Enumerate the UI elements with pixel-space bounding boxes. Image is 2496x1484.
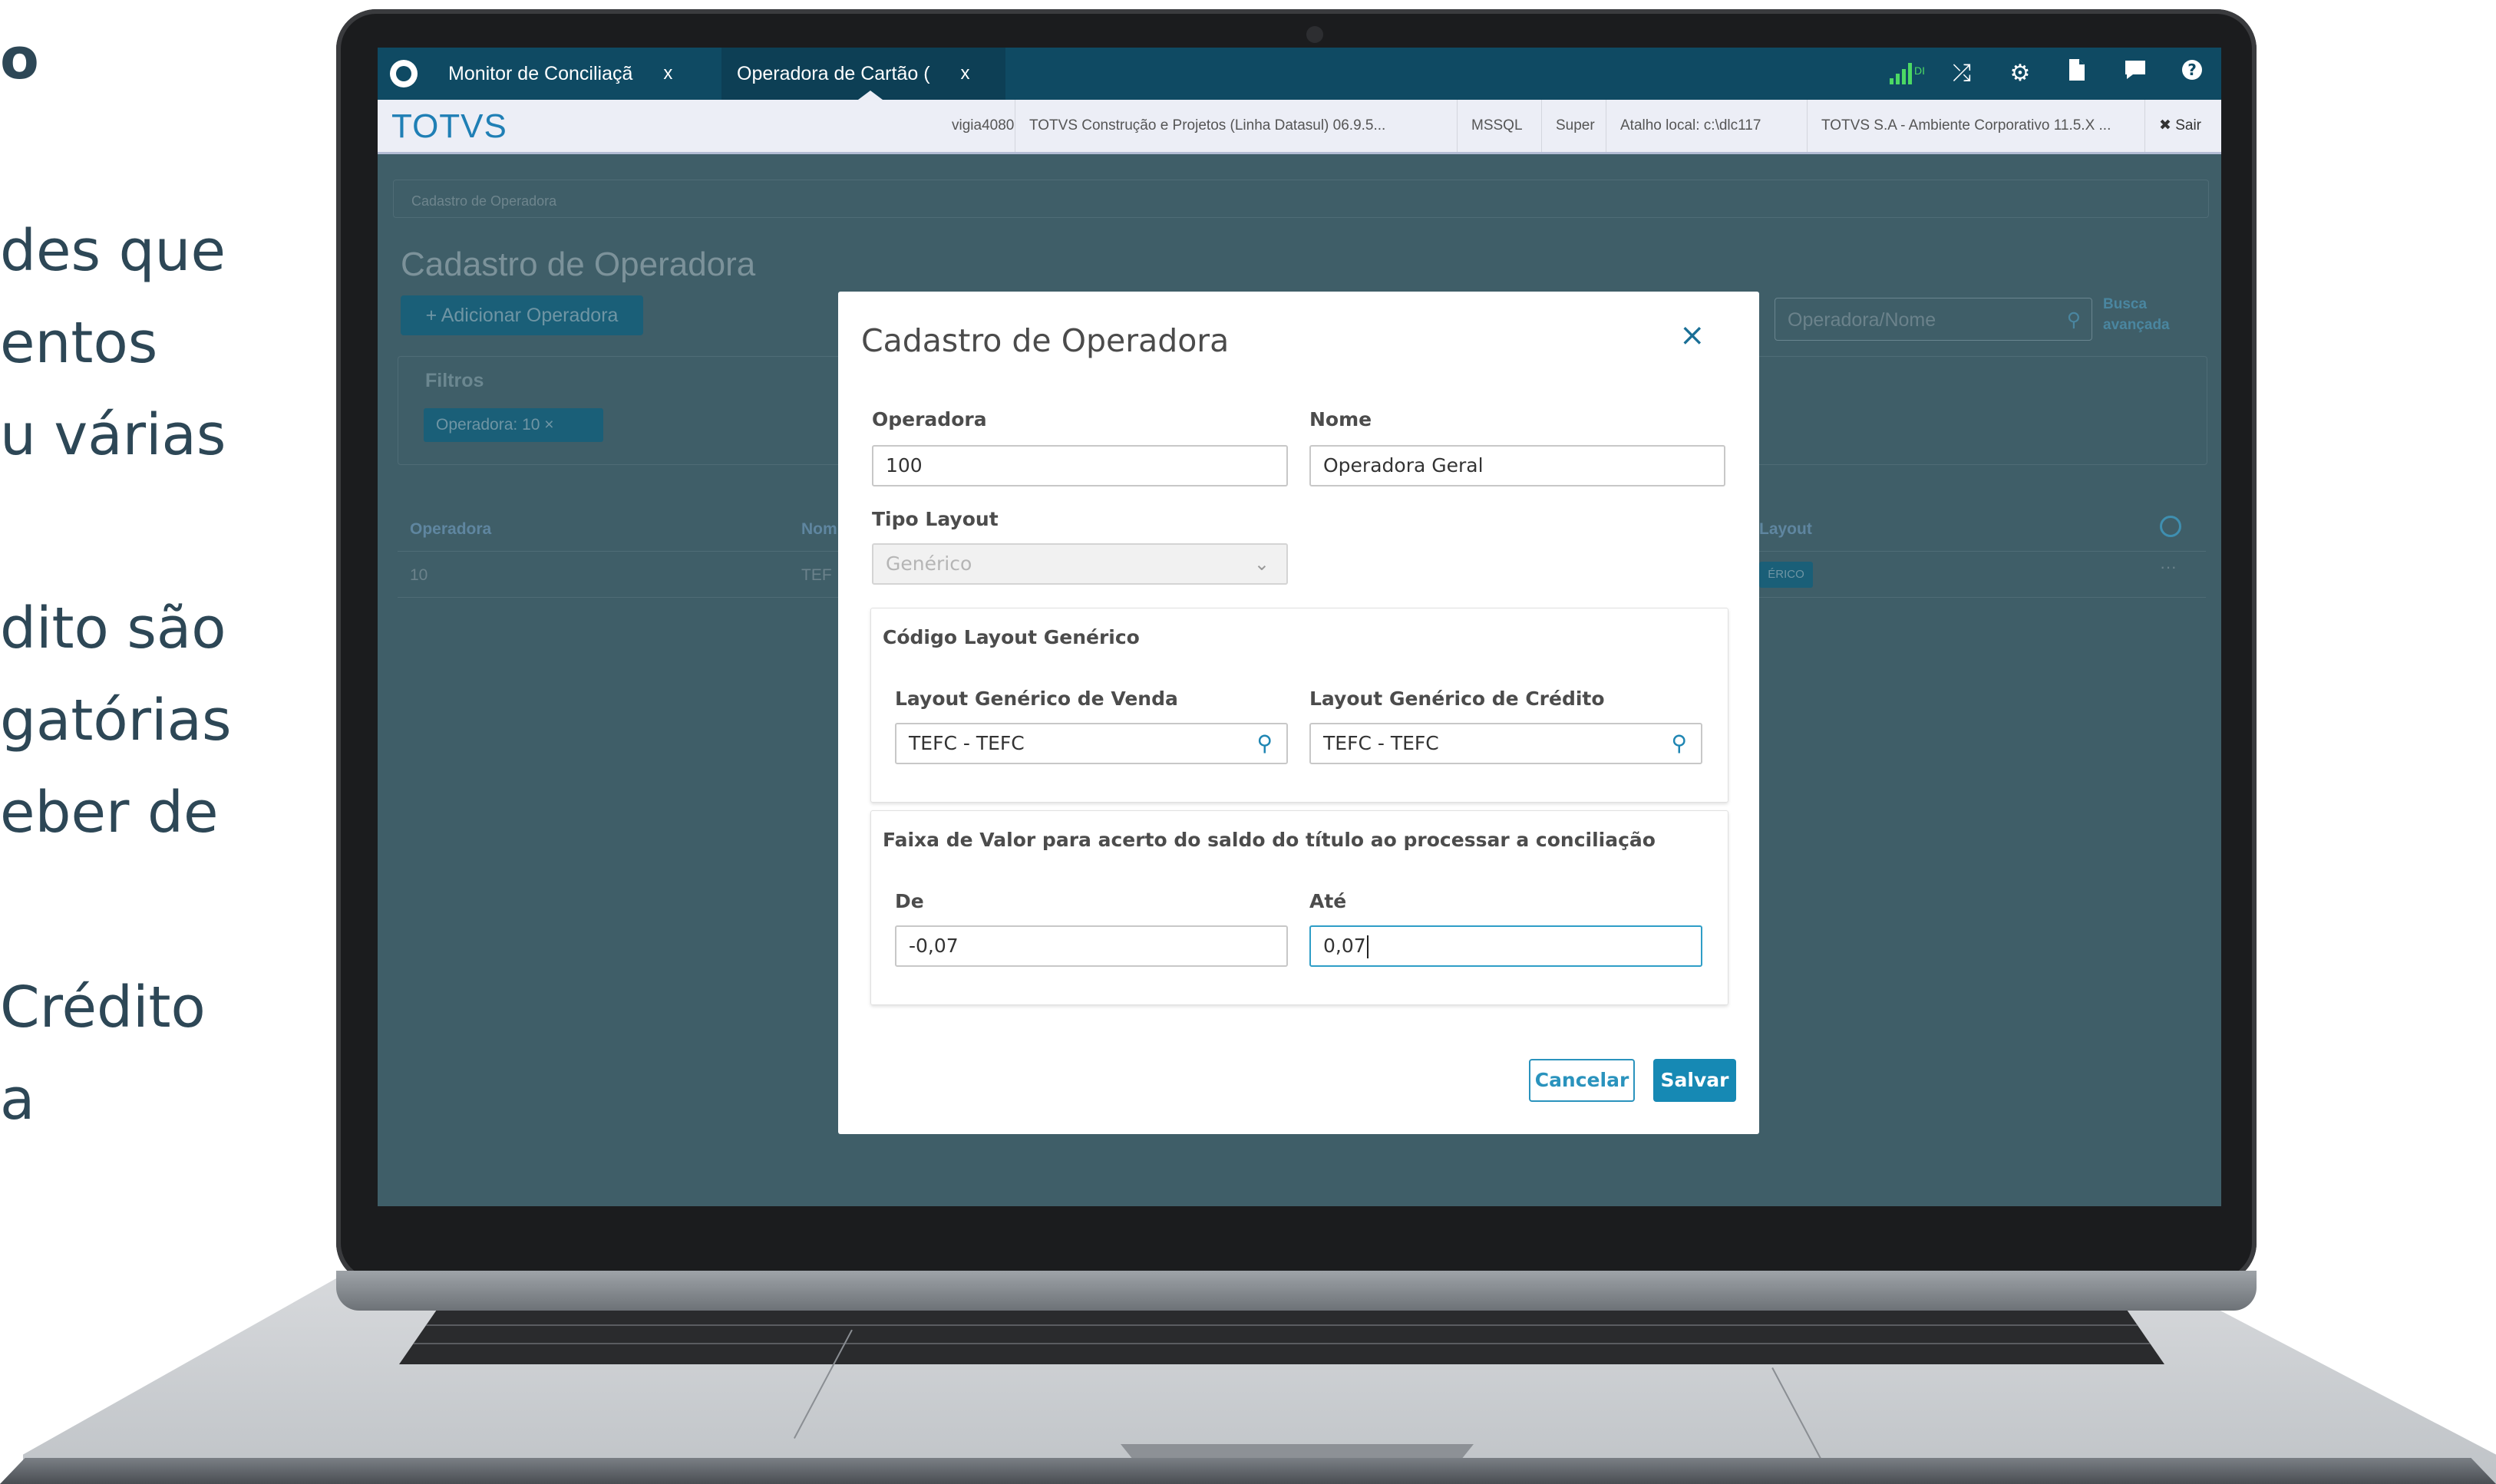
row-layout-badge: ÉRICO: [1759, 562, 1813, 588]
search-placeholder: Operadora/Nome: [1788, 309, 1936, 331]
column-header-operadora[interactable]: Operadora: [410, 520, 491, 539]
ate-field[interactable]: 0,07: [1309, 925, 1702, 967]
operadora-label: Operadora: [872, 408, 987, 430]
active-tab-pointer: [858, 91, 883, 100]
search-icon[interactable]: ⚲: [1256, 724, 1273, 763]
layout-credito-label: Layout Genérico de Crédito: [1309, 688, 1605, 710]
info-user: vigia4080: [952, 117, 1015, 134]
slide-text-line-6: gatórias: [0, 688, 232, 754]
nome-field[interactable]: Operadora Geral: [1309, 445, 1725, 486]
column-header-layout[interactable]: Layout: [1759, 520, 1812, 539]
slide-text-line-4: u várias: [0, 402, 226, 468]
breadcrumb-bar: [393, 180, 2209, 218]
filter-chip[interactable]: Operadora: 10 ×: [424, 408, 603, 442]
slide-text-line-8: Crédito: [0, 974, 206, 1040]
layout-credito-lookup[interactable]: TEFC - TEFC ⚲: [1309, 723, 1702, 764]
slide-text-line-2: des que: [0, 218, 226, 284]
svg-text:?: ?: [2187, 61, 2197, 79]
info-product: TOTVS Construção e Projetos (Linha Datas…: [1015, 100, 1385, 152]
dialog-title: Cadastro de Operadora: [861, 322, 1230, 359]
totvs-logo-icon[interactable]: [390, 60, 418, 87]
tab-label: Monitor de Conciliaçã: [448, 62, 633, 84]
search-input[interactable]: Operadora/Nome ⚲: [1775, 298, 2092, 341]
search-icon[interactable]: ⚲: [2067, 298, 2081, 341]
page-title: Cadastro de Operadora: [401, 246, 756, 283]
layout-venda-value: TEFC - TEFC: [909, 732, 1025, 754]
tab-monitor-conciliacao[interactable]: Monitor de Conciliaçã x: [433, 48, 721, 100]
ate-label: Até: [1309, 890, 1347, 912]
slide-text-line-1: o: [0, 26, 39, 92]
info-environment: TOTVS S.A - Ambiente Corporativo 11.5.X …: [1807, 100, 2111, 152]
tab-close-icon[interactable]: x: [961, 63, 970, 84]
ate-value: 0,07: [1323, 935, 1366, 957]
camera-icon: [1306, 26, 1323, 43]
laptop-hinge: [336, 1271, 2257, 1311]
app-topbar: Monitor de Conciliaçã x Operadora de Car…: [378, 48, 2221, 100]
chat-icon[interactable]: [2120, 58, 2151, 89]
info-profile: Super: [1541, 100, 1595, 152]
info-shortcut: Atalho local: c:\dlc117: [1606, 100, 1761, 152]
tipo-layout-label: Tipo Layout: [872, 508, 999, 530]
tab-close-icon[interactable]: x: [663, 63, 672, 84]
slide-text-line-9: a: [0, 1067, 35, 1133]
chevron-down-icon: ⌄: [1253, 553, 1269, 575]
tab-label: Operadora de Cartão (: [737, 62, 930, 84]
operadora-field[interactable]: 100: [872, 445, 1288, 486]
cadastro-operadora-dialog: Cadastro de Operadora × Operadora 100 No…: [838, 292, 1759, 1134]
brand-logo[interactable]: TOTVS: [391, 107, 507, 146]
slide-text-line-7: eber de: [0, 780, 219, 846]
de-field[interactable]: -0,07: [895, 925, 1288, 967]
slide-text-line-3: entos: [0, 310, 158, 376]
filters-title: Filtros: [425, 370, 484, 391]
help-icon[interactable]: ?: [2177, 58, 2207, 89]
de-label: De: [895, 890, 924, 912]
faixa-section-title: Faixa de Valor para acerto do saldo do t…: [883, 829, 1656, 851]
codigo-section-title: Código Layout Genérico: [883, 626, 1140, 648]
table-settings-icon[interactable]: [2160, 516, 2181, 537]
nome-label: Nome: [1309, 408, 1372, 430]
layout-venda-lookup[interactable]: TEFC - TEFC ⚲: [895, 723, 1288, 764]
tipo-layout-value: Genérico: [886, 552, 972, 575]
gear-icon[interactable]: ⚙: [2005, 58, 2035, 89]
save-button[interactable]: Salvar: [1653, 1059, 1736, 1102]
app-infobar: TOTVS vigia4080 TOTVS Construção e Proje…: [378, 100, 2221, 154]
logout-link[interactable]: ✖ Sair: [2144, 100, 2201, 152]
search-icon[interactable]: ⚲: [1671, 724, 1687, 763]
layout-credito-value: TEFC - TEFC: [1323, 732, 1439, 754]
close-icon[interactable]: ×: [1679, 318, 1705, 353]
column-header-nome[interactable]: Nom: [801, 520, 837, 539]
document-icon[interactable]: [2062, 58, 2092, 89]
layout-venda-label: Layout Genérico de Venda: [895, 688, 1178, 710]
row-actions-icon[interactable]: ···: [2160, 557, 2177, 577]
signal-icon: [1890, 63, 1912, 84]
slide-text-line-5: dito são: [0, 595, 226, 661]
laptop-base-bottom: [0, 1458, 2496, 1484]
row-nome: TEF: [801, 566, 832, 584]
advanced-search-link[interactable]: Busca avançada: [2103, 295, 2170, 335]
tipo-layout-select[interactable]: Genérico ⌄: [872, 543, 1288, 585]
text-cursor: [1366, 935, 1369, 958]
laptop-screen: Monitor de Conciliaçã x Operadora de Car…: [378, 48, 2221, 1206]
network-label: DI: [1914, 64, 1925, 77]
cancel-button[interactable]: Cancelar: [1529, 1059, 1635, 1102]
breadcrumb[interactable]: Cadastro de Operadora: [411, 193, 556, 209]
shuffle-icon[interactable]: ⤮: [1946, 58, 1977, 89]
row-operadora: 10: [410, 566, 428, 584]
add-operadora-button[interactable]: + Adicionar Operadora: [401, 295, 643, 335]
info-database: MSSQL: [1457, 100, 1523, 152]
